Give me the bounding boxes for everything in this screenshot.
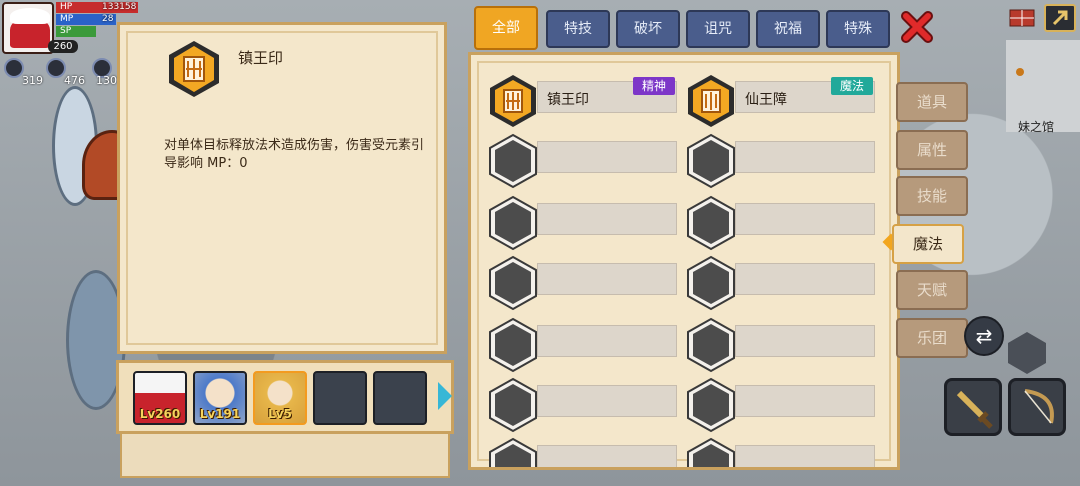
empty-skill-slot: [685, 317, 875, 373]
tab-all[interactable]: 全部: [474, 6, 538, 50]
category-band[interactable]: 乐团: [896, 318, 968, 358]
category-magic[interactable]: 魔法: [892, 224, 964, 264]
empty-party-slot[interactable]: [313, 371, 367, 425]
empty-skill-slot: [685, 437, 875, 467]
player-level-badge: 260: [48, 40, 78, 53]
mp-value: 28: [102, 14, 114, 24]
network-icon: [1008, 6, 1036, 30]
sword-attack-button[interactable]: [944, 378, 1002, 436]
barrier-skill-icon: [688, 75, 734, 127]
party-member-level: Lv191: [199, 407, 241, 421]
player-marker-icon: [1016, 68, 1024, 76]
empty-skill-slot: [685, 255, 875, 311]
minimap-location-label: 妹之馆: [1018, 120, 1055, 134]
empty-hex-icon: [489, 255, 537, 311]
stat-value: 476: [64, 74, 85, 87]
empty-hex-icon: [489, 317, 537, 373]
skill-entry[interactable]: 仙王障 魔法: [685, 73, 875, 127]
empty-hex-icon: [687, 437, 735, 467]
empty-hex-icon: [687, 377, 735, 433]
party-member-slot[interactable]: Lv260: [133, 371, 187, 425]
tab-curse[interactable]: 诅咒: [686, 10, 750, 48]
category-skills[interactable]: 技能: [896, 176, 968, 216]
skill-detail-panel: 镇王印 对单体目标释放法术造成伤害，伤害受元素引导影响 MP：0: [117, 22, 447, 354]
skill-type-tag: 精神: [633, 77, 675, 95]
tab-special-skill[interactable]: 特技: [546, 10, 610, 48]
skill-description: 对单体目标释放法术造成伤害，伤害受元素引导影响 MP：0: [164, 138, 425, 171]
party-bar: Lv260 Lv191 Lv5: [116, 360, 454, 434]
empty-skill-slot: [487, 133, 677, 189]
defense-stat-icon: [46, 58, 66, 78]
swap-icon[interactable]: ⇄: [964, 316, 1004, 356]
empty-skill-slot: [685, 195, 875, 251]
party-footer: [120, 434, 450, 478]
party-next-arrow-icon[interactable]: [438, 382, 452, 410]
empty-hex-icon: [489, 133, 537, 189]
empty-skill-slot: [487, 377, 677, 433]
empty-skill-slot: [487, 437, 677, 467]
close-icon[interactable]: [900, 10, 934, 44]
empty-skill-slot: [487, 195, 677, 251]
empty-hex-icon: [489, 195, 537, 251]
stat-value: 130: [96, 74, 117, 87]
tab-blessing[interactable]: 祝福: [756, 10, 820, 48]
stat-value: 319: [22, 74, 43, 87]
empty-hex-icon: [489, 377, 537, 433]
player-avatar[interactable]: [2, 2, 54, 54]
empty-party-slot[interactable]: [373, 371, 427, 425]
empty-hex-icon: [687, 195, 735, 251]
empty-skill-slot: [685, 377, 875, 433]
tab-destroy[interactable]: 破坏: [616, 10, 680, 48]
category-talent[interactable]: 天赋: [896, 270, 968, 310]
empty-hex-slot-icon[interactable]: [1006, 330, 1048, 376]
skill-name: 镇王印: [547, 92, 589, 108]
expand-map-button[interactable]: [1044, 4, 1076, 32]
skill-entry[interactable]: 镇王印 精神: [487, 73, 677, 127]
empty-skill-slot: [685, 133, 875, 189]
empty-skill-slot: [487, 317, 677, 373]
category-items[interactable]: 道具: [896, 82, 968, 122]
attack-stat-icon: [4, 58, 24, 78]
tab-special[interactable]: 特殊: [826, 10, 890, 48]
empty-hex-icon: [687, 133, 735, 189]
skill-type-tag: 魔法: [831, 77, 873, 95]
empty-hex-icon: [687, 255, 735, 311]
bow-attack-button[interactable]: [1008, 378, 1066, 436]
skill-list-panel: 镇王印 精神 仙王障 魔法: [468, 52, 900, 470]
empty-hex-icon: [489, 437, 537, 467]
skill-name: 仙王障: [745, 92, 787, 108]
sword-icon: [956, 390, 993, 429]
empty-skill-slot: [487, 255, 677, 311]
skill-title: 镇王印: [238, 49, 284, 67]
empty-hex-icon: [687, 317, 735, 373]
party-member-slot-selected[interactable]: Lv5: [253, 371, 307, 425]
party-member-slot[interactable]: Lv191: [193, 371, 247, 425]
hp-value: 133158: [102, 2, 137, 12]
seal-skill-icon: [166, 39, 222, 103]
category-attributes[interactable]: 属性: [896, 130, 968, 170]
party-member-level: Lv260: [139, 407, 181, 421]
sp-bar: SP: [56, 26, 96, 37]
seal-skill-icon: [490, 75, 536, 127]
party-member-level: Lv5: [268, 407, 292, 421]
bow-icon: [1024, 389, 1054, 424]
